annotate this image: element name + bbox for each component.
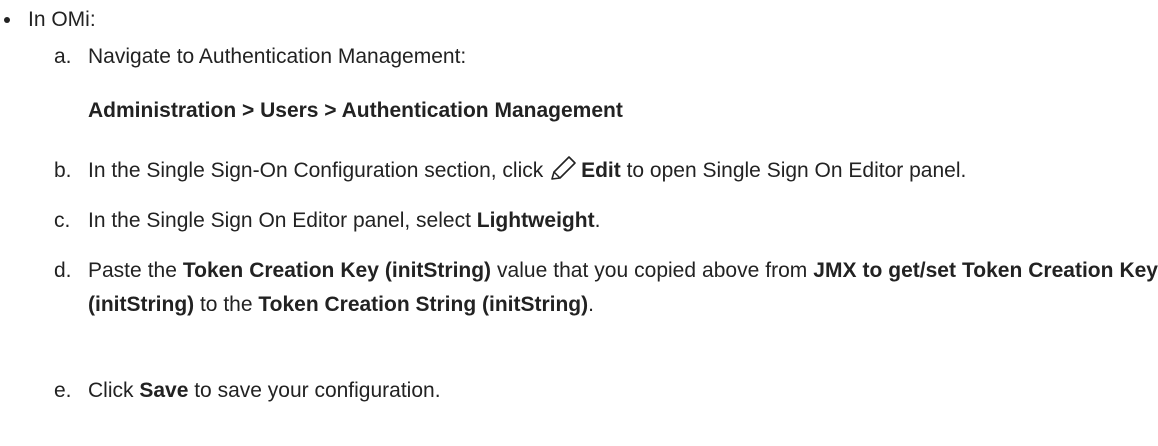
lightweight-label: Lightweight: [476, 209, 595, 232]
step-text-part: to the: [194, 293, 259, 316]
step-b: b. In the Single Sign-On Configuration s…: [54, 154, 1158, 188]
step-a: a. Navigate to Authentication Management…: [54, 40, 1158, 74]
step-text: In the Single Sign On Editor panel, sele…: [88, 204, 1158, 238]
step-text-part: .: [594, 209, 601, 232]
step-text-part: to open Single Sign On Editor panel.: [620, 159, 967, 182]
pencil-edit-icon: [549, 155, 579, 181]
step-text: In the Single Sign-On Configuration sect…: [88, 154, 1158, 188]
step-text-part: In the Single Sign-On Configuration sect…: [88, 159, 550, 182]
step-marker: e.: [54, 379, 72, 402]
bullet-dot: [4, 17, 10, 23]
step-marker: a.: [54, 45, 72, 68]
edit-label: Edit: [581, 159, 621, 182]
step-marker: c.: [54, 209, 71, 232]
step-text-part: to save your configuration.: [188, 379, 441, 402]
navigation-path: Administration > Users > Authentication …: [88, 99, 623, 122]
intro-bullet: In OMi:: [4, 8, 96, 32]
token-key-label: Token Creation Key (initString): [182, 259, 492, 282]
intro-label: In OMi:: [28, 8, 96, 31]
step-d: d. Paste the Token Creation Key (initStr…: [54, 254, 1158, 322]
step-c: c. In the Single Sign On Editor panel, s…: [54, 204, 1158, 238]
step-text: Click Save to save your configuration.: [88, 374, 1158, 408]
step-text-part: Paste the: [88, 259, 183, 282]
step-text: Paste the Token Creation Key (initString…: [88, 254, 1158, 322]
step-marker: b.: [54, 159, 72, 182]
step-text-part: value that you copied above from: [491, 259, 814, 282]
step-text: Navigate to Authentication Management:: [88, 45, 467, 68]
save-label: Save: [139, 379, 189, 402]
step-e: e. Click Save to save your configuration…: [54, 374, 1158, 408]
step-text-part: .: [588, 293, 594, 316]
token-string-label: Token Creation String (initString): [258, 293, 589, 316]
step-text-part: Click: [88, 379, 140, 402]
step-text-part: In the Single Sign On Editor panel, sele…: [88, 209, 477, 232]
step-marker: d.: [54, 259, 72, 282]
